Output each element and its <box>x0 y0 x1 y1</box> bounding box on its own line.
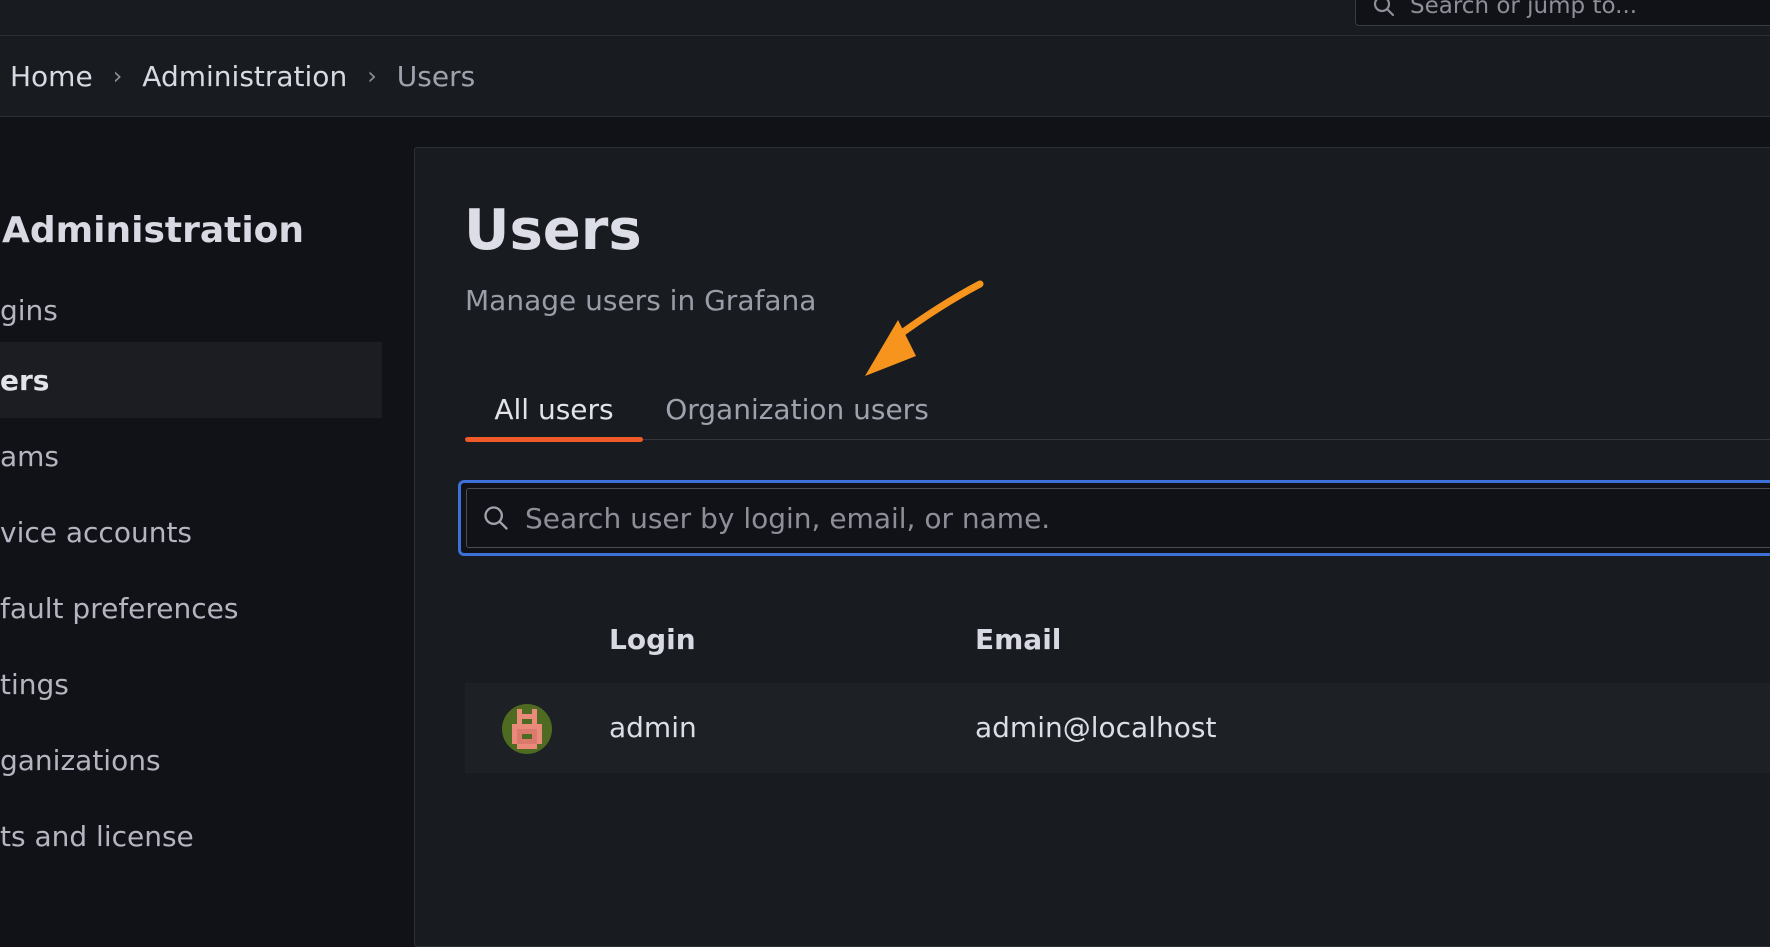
breadcrumb: Home › Administration › Users <box>0 36 1770 117</box>
breadcrumb-administration[interactable]: Administration <box>142 60 347 93</box>
tab-label: All users <box>494 392 614 426</box>
sidebar-item-label: tings <box>0 667 69 701</box>
tab-label: Organization users <box>665 392 929 426</box>
sidebar-item-label: ers <box>0 363 50 397</box>
sidebar-item-teams[interactable]: ams <box>0 418 382 494</box>
breadcrumb-home[interactable]: Home <box>10 60 93 93</box>
user-search-input[interactable] <box>525 501 1725 535</box>
top-search-box[interactable]: Search or jump to... <box>1355 0 1770 26</box>
sidebar-item-users[interactable]: ers <box>0 342 382 418</box>
column-header-email[interactable]: Email <box>975 623 1061 656</box>
page-subtitle: Manage users in Grafana <box>465 284 817 317</box>
sidebar: Administration gins ers ams vice account… <box>0 118 410 932</box>
sidebar-item-stats-and-license[interactable]: ts and license <box>0 798 382 874</box>
sidebar-title: Administration <box>2 210 305 251</box>
sidebar-item-settings[interactable]: tings <box>0 646 382 722</box>
sidebar-item-label: ams <box>0 439 60 473</box>
breadcrumb-users: Users <box>396 59 476 93</box>
search-icon <box>467 504 525 532</box>
avatar <box>502 704 552 754</box>
chevron-right-icon: › <box>112 62 123 90</box>
sidebar-item-organizations[interactable]: ganizations <box>0 722 382 798</box>
sidebar-item-default-preferences[interactable]: fault preferences <box>0 570 382 646</box>
sidebar-item-service-accounts[interactable]: vice accounts <box>0 494 382 570</box>
top-bar: Search or jump to... <box>0 0 1770 36</box>
column-header-login[interactable]: Login <box>609 623 696 656</box>
main-content: Users Manage users in Grafana All users … <box>414 147 1770 947</box>
tab-bar: All users Organization users <box>465 378 1770 442</box>
page-title: Users <box>464 198 642 263</box>
sidebar-item-label: fault preferences <box>0 591 239 625</box>
cell-login[interactable]: admin <box>609 711 697 744</box>
annotation-arrow-icon <box>865 280 984 376</box>
search-icon <box>1373 0 1395 17</box>
sidebar-item-label: ganizations <box>0 743 161 777</box>
sidebar-item-label: vice accounts <box>0 515 193 549</box>
sidebar-item-label: ts and license <box>0 819 194 853</box>
table-row[interactable]: admin admin@localhost <box>465 683 1770 773</box>
cell-email[interactable]: admin@localhost <box>975 711 1216 744</box>
user-search-box[interactable] <box>466 488 1770 548</box>
sidebar-item-label: gins <box>0 293 58 327</box>
sidebar-item-plugins[interactable]: gins <box>0 272 382 348</box>
user-search-focus-ring <box>458 480 1770 556</box>
tab-all-users[interactable]: All users <box>465 378 643 442</box>
table-header: Login Email <box>465 613 1770 669</box>
top-search-placeholder: Search or jump to... <box>1410 0 1638 19</box>
chevron-right-icon: › <box>367 62 377 90</box>
